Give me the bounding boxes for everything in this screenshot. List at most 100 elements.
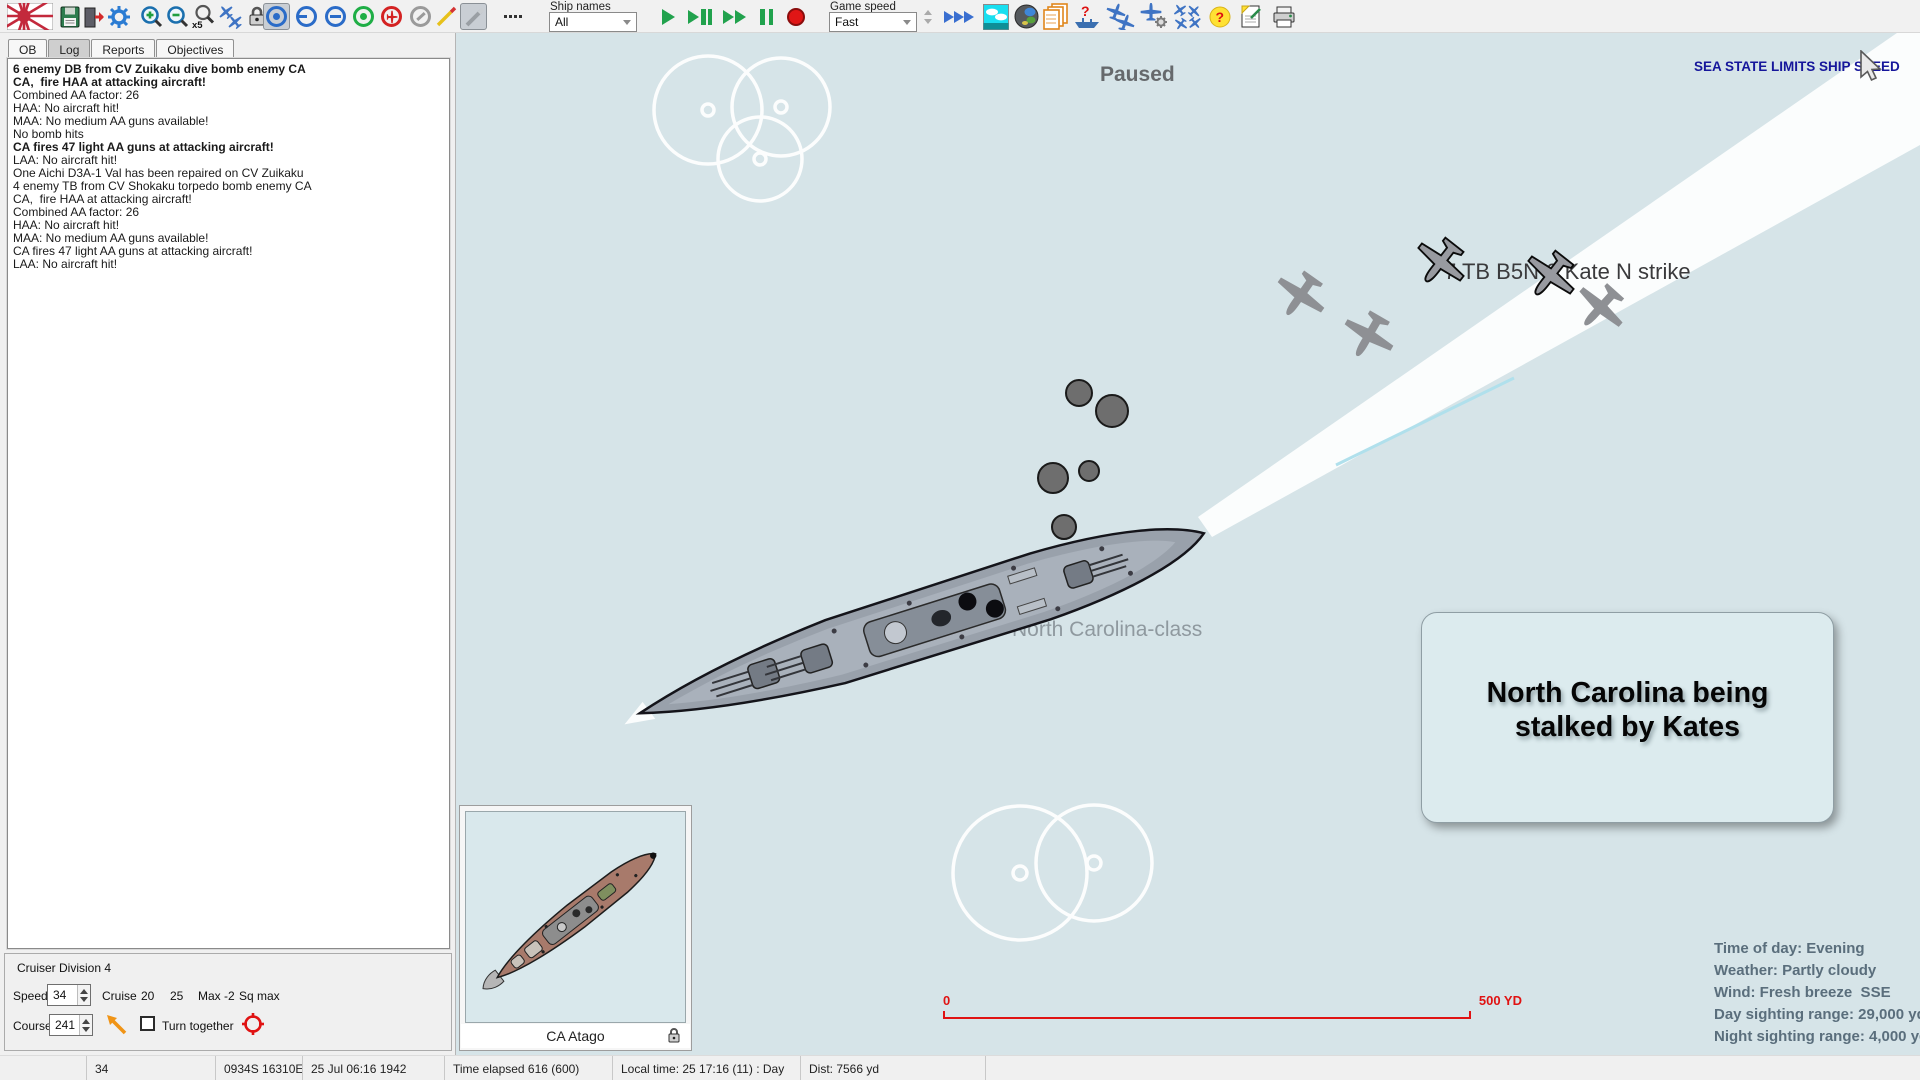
- zoom-in-button[interactable]: [138, 3, 165, 30]
- env-line: Day sighting range: 29,000 yds: [1714, 1004, 1920, 1026]
- tab-objectives[interactable]: Objectives: [156, 39, 234, 60]
- course-value: 241: [50, 1015, 79, 1035]
- exit-button[interactable]: [80, 3, 107, 30]
- scale-tick: [1469, 1011, 1471, 1018]
- settings-button[interactable]: [105, 3, 132, 30]
- dots-icon: [504, 15, 507, 18]
- selected-ship-panel: CA Atago: [459, 805, 692, 1051]
- save-button[interactable]: [56, 3, 83, 30]
- stepper-up-icon: [82, 1019, 90, 1024]
- circle-compass-toggle[interactable]: [407, 3, 434, 30]
- cruise-slow-value: 20: [141, 989, 154, 1003]
- map-note-text: North Carolina being stalked by Kates: [1422, 677, 1833, 743]
- ship-question-icon: ?: [1072, 3, 1102, 30]
- combat-log[interactable]: 6 enemy DB from CV Zuikaku dive bomb ene…: [7, 58, 450, 949]
- help-button[interactable]: ?: [1206, 3, 1233, 30]
- scale-start-label: 0: [943, 993, 950, 1008]
- app-window: { "window": { "paused_label": "Paused" }…: [0, 0, 1920, 1080]
- reports-stack-button[interactable]: [1043, 3, 1070, 30]
- stepper-down-icon: [82, 1027, 90, 1032]
- step-icon: [688, 10, 699, 24]
- battleship-sprite[interactable]: [612, 502, 1215, 751]
- notes-button[interactable]: [1237, 3, 1264, 30]
- overflow-dots-handle[interactable]: [502, 3, 526, 30]
- draw-line-button[interactable]: [434, 3, 458, 30]
- record-button[interactable]: [782, 3, 809, 30]
- division-control-panel: Cruiser Division 4 Speed 34 Cruise 20 25…: [4, 953, 452, 1051]
- map-note-box: North Carolina being stalked by Kates: [1421, 612, 1834, 823]
- eraser-button[interactable]: [460, 3, 487, 30]
- fast-forward-icon: [723, 10, 734, 24]
- course-stepper-arrows[interactable]: [79, 1015, 92, 1035]
- speed-label: Speed: [13, 989, 48, 1003]
- print-button[interactable]: [1270, 3, 1297, 30]
- scale-end-label: 500 YD: [1479, 993, 1522, 1008]
- tab-ob[interactable]: OB: [8, 39, 47, 60]
- env-line: Time of day: Evening: [1714, 938, 1920, 960]
- turn-together-label: Turn together: [162, 1019, 234, 1033]
- course-stepper[interactable]: 241: [49, 1014, 93, 1036]
- turn-together-checkbox[interactable]: [140, 1016, 155, 1031]
- weather-icon: [983, 4, 1009, 30]
- scale-tick: [943, 1011, 945, 1018]
- circle-compass-icon: [410, 6, 431, 27]
- printer-icon: [1271, 4, 1297, 30]
- zoom-x5-button[interactable]: x5: [190, 3, 217, 30]
- step-button[interactable]: [684, 3, 716, 30]
- gear-icon: [106, 4, 132, 30]
- status-cell-speed: 34: [86, 1056, 215, 1080]
- target-crosshair-button[interactable]: [241, 1012, 265, 1036]
- squadron-max-label: Sq max: [239, 989, 280, 1003]
- japanese-ensign-button[interactable]: [6, 3, 54, 30]
- globe-button[interactable]: [1013, 3, 1040, 30]
- pause-bar-icon: [760, 9, 765, 25]
- mouse-cursor-icon: [1859, 50, 1885, 84]
- circle-minus-icon: [325, 6, 346, 27]
- save-icon: [58, 5, 82, 29]
- japanese-ensign-icon: [7, 3, 53, 30]
- pause-button[interactable]: [753, 3, 780, 30]
- aircraft-vectors-button[interactable]: [216, 3, 243, 30]
- pause-bar-icon: [769, 9, 774, 25]
- circle-aircraft-icon: [381, 6, 402, 27]
- course-label: Course: [13, 1019, 52, 1033]
- status-cell-local-time: Local time: 25 17:16 (11) : Day: [612, 1056, 800, 1080]
- search-circles: [654, 56, 1152, 940]
- fast-forward-icon: [735, 10, 746, 24]
- help-icon: ?: [1207, 3, 1233, 30]
- tab-reports[interactable]: Reports: [91, 39, 155, 60]
- play-button[interactable]: [655, 3, 682, 30]
- speed-stepper[interactable]: 34: [47, 984, 91, 1006]
- scatter-aircraft-button[interactable]: [1172, 3, 1202, 30]
- division-title: Cruiser Division 4: [17, 961, 111, 975]
- status-cell-position: 0934S 16310E: [215, 1056, 302, 1080]
- aircraft-settings-button[interactable]: [1138, 3, 1170, 30]
- cruise-label: Cruise: [102, 989, 137, 1003]
- fast-forward-button[interactable]: [719, 3, 749, 30]
- dots-icon: [514, 15, 517, 18]
- zoom-in-icon: [140, 5, 164, 29]
- zoom-out-button[interactable]: [164, 3, 191, 30]
- game-speed-spinner[interactable]: [920, 3, 936, 30]
- game-speed-combo[interactable]: Fast: [829, 12, 917, 32]
- main-toolbar: x5: [0, 0, 1920, 33]
- blue-fast-icon: [964, 11, 974, 23]
- circle-dot-toggle[interactable]: [263, 3, 290, 30]
- circle-minus-toggle[interactable]: [322, 3, 349, 30]
- ship-names-combo[interactable]: All: [549, 12, 637, 32]
- globe-icon: [1013, 3, 1040, 30]
- speed-stepper-arrows[interactable]: [77, 985, 90, 1005]
- circle-green-dot-toggle[interactable]: [350, 3, 377, 30]
- ship-preview-view[interactable]: [465, 811, 686, 1023]
- ship-info-button[interactable]: ?: [1072, 3, 1102, 30]
- ship-name: CA Atago: [546, 1028, 604, 1044]
- log-line: LAA: No aircraft hit!: [13, 258, 444, 271]
- aircraft-pair-button[interactable]: [1104, 3, 1136, 30]
- tab-log[interactable]: Log: [48, 39, 90, 60]
- atago-sprite: [466, 812, 687, 1024]
- weather-view-button[interactable]: [982, 3, 1009, 30]
- circle-hand-toggle[interactable]: [293, 3, 320, 30]
- play-icon: [662, 9, 675, 25]
- max-speed-button[interactable]: [938, 3, 980, 30]
- circle-aircraft-toggle[interactable]: [378, 3, 405, 30]
